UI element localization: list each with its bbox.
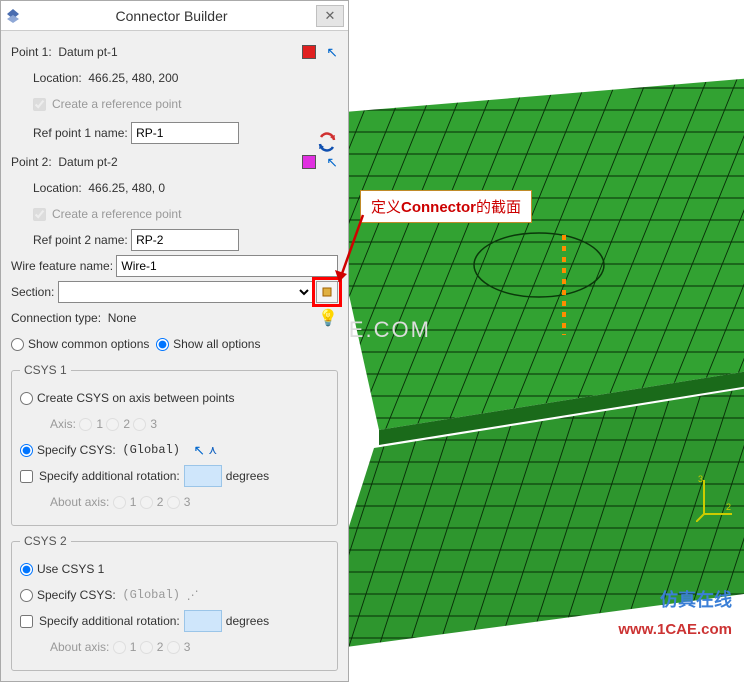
point2-refname-row: Ref point 2 name: [11,229,338,251]
ab3: 3 [184,495,191,509]
csys1-specify-label: Specify CSYS: [37,443,116,457]
csys2-group: CSYS 2 Use CSYS 1 Specify CSYS: (Global)… [11,534,338,671]
ref-point1-name-input[interactable] [131,122,239,144]
hint-icon[interactable]: 💡 [318,308,338,328]
section-row: Section: [11,281,338,303]
point2-datum: Datum pt-2 [58,155,117,169]
section-select[interactable] [58,281,313,303]
point1-location-row: Location: 466.25, 480, 200 [11,67,338,89]
swap-points-icon[interactable] [316,131,338,159]
point2-location-row: Location: 466.25, 480, 0 [11,177,338,199]
wire-feature-name-input[interactable] [116,255,338,277]
csys2-degrees-input[interactable] [184,610,222,632]
csys1-legend: CSYS 1 [20,363,71,377]
createref-label: Create a reference point [52,207,181,221]
axes-icon[interactable]: ⋏ [208,443,217,457]
csys2-global: (Global) [122,588,180,602]
annotation-callout: 定义Connector的截面 [360,190,532,223]
csys2-use1-radio[interactable] [20,563,33,576]
csys2-rotation-checkbox[interactable] [20,615,33,628]
connector-builder-dialog: Connector Builder ✕ Point 1: Datum pt-1 … [0,0,349,682]
point1-color-swatch[interactable] [302,45,316,59]
callout-arrow [333,210,373,290]
pick-icon[interactable]: ↖ [326,44,338,61]
watermark-brand: 仿真在线 [660,586,732,612]
csys1-create-axis-radio[interactable] [20,392,33,405]
point1-datum: Datum pt-1 [58,45,117,59]
location-label: Location: [33,181,82,195]
axis3-radio [133,418,146,431]
axis-label: Axis: [50,417,76,431]
ab2: 2 [157,495,164,509]
csys1-create-label: Create CSYS on axis between points [37,391,234,405]
point2-color-swatch[interactable] [302,155,316,169]
show-all-radio[interactable] [156,338,169,351]
csys1-specify-radio[interactable] [20,444,33,457]
svg-text:3: 3 [698,474,703,484]
svg-text:2: 2 [726,502,731,512]
createref-label: Create a reference point [52,97,181,111]
watermark-url: www.1CAE.com [618,621,732,638]
csys1-group: CSYS 1 Create CSYS on axis between point… [11,363,338,526]
viewport-axes-icon: 2 3 [696,472,736,522]
callout-t3: 的截面 [476,199,521,216]
point2-label: Point 2: [11,155,52,169]
point2-createref-row: Create a reference point [11,203,338,225]
callout-t2: Connector [401,199,476,216]
axis3-l: 3 [150,417,157,431]
about-axis-label: About axis: [50,495,109,509]
dialog-title: Connector Builder [27,8,316,24]
axis1-l: 1 [96,417,103,431]
deg-label: degrees [226,469,269,483]
location-label: Location: [33,71,82,85]
csys1-degrees-input[interactable] [184,465,222,487]
opt-all-label: Show all options [173,337,260,351]
point2-header: Point 2: Datum pt-2 ↖ [11,151,338,173]
conntype-label: Connection type: [11,311,101,325]
wire-name-row: Wire feature name: [11,255,338,277]
csys2-specify-radio[interactable] [20,589,33,602]
about2-radio [140,496,153,509]
point1-header: Point 1: Datum pt-1 ↖ [11,41,338,63]
csys2-specify-label: Specify CSYS: [37,588,116,602]
about3-radio [167,496,180,509]
callout-t1: 定义 [371,199,401,216]
pick-csys2-icon: ⋰ [187,588,199,602]
csys2-use1-label: Use CSYS 1 [37,562,104,576]
axis2-l: 2 [123,417,130,431]
point1-createref-row: Create a reference point [11,93,338,115]
csys2-legend: CSYS 2 [20,534,71,548]
deg2-label: degrees [226,614,269,628]
point1-label: Point 1: [11,45,52,59]
section-label: Section: [11,285,54,299]
connection-type-row: Connection type: None 💡 [11,307,338,329]
opt-common-label: Show common options [28,337,149,351]
close-button[interactable]: ✕ [316,5,344,27]
point2-location-value: 466.25, 480, 0 [88,181,165,195]
csys1-rot-label: Specify additional rotation: [39,469,180,483]
axis1-radio [79,418,92,431]
point1-createref-checkbox [33,98,46,111]
options-row: Show common options Show all options [11,333,338,355]
axis2-radio [106,418,119,431]
titlebar[interactable]: Connector Builder ✕ [1,1,348,31]
show-common-radio[interactable] [11,338,24,351]
csys1-rotation-checkbox[interactable] [20,470,33,483]
point1-refname-row: Ref point 1 name: [11,119,338,147]
ab1: 1 [130,495,137,509]
point2-createref-checkbox [33,208,46,221]
point1-location-value: 466.25, 480, 200 [88,71,178,85]
pick-csys-icon[interactable]: ↖ [193,442,205,459]
app-icon [5,8,21,24]
conntype-value: None [108,311,137,325]
refname1-label: Ref point 1 name: [33,126,128,140]
csys1-global: (Global) [122,443,180,457]
about1-radio [113,496,126,509]
wire-label: Wire feature name: [11,259,113,273]
ref-point2-name-input[interactable] [131,229,239,251]
csys2-rot-label: Specify additional rotation: [39,614,180,628]
refname2-label: Ref point 2 name: [33,233,128,247]
